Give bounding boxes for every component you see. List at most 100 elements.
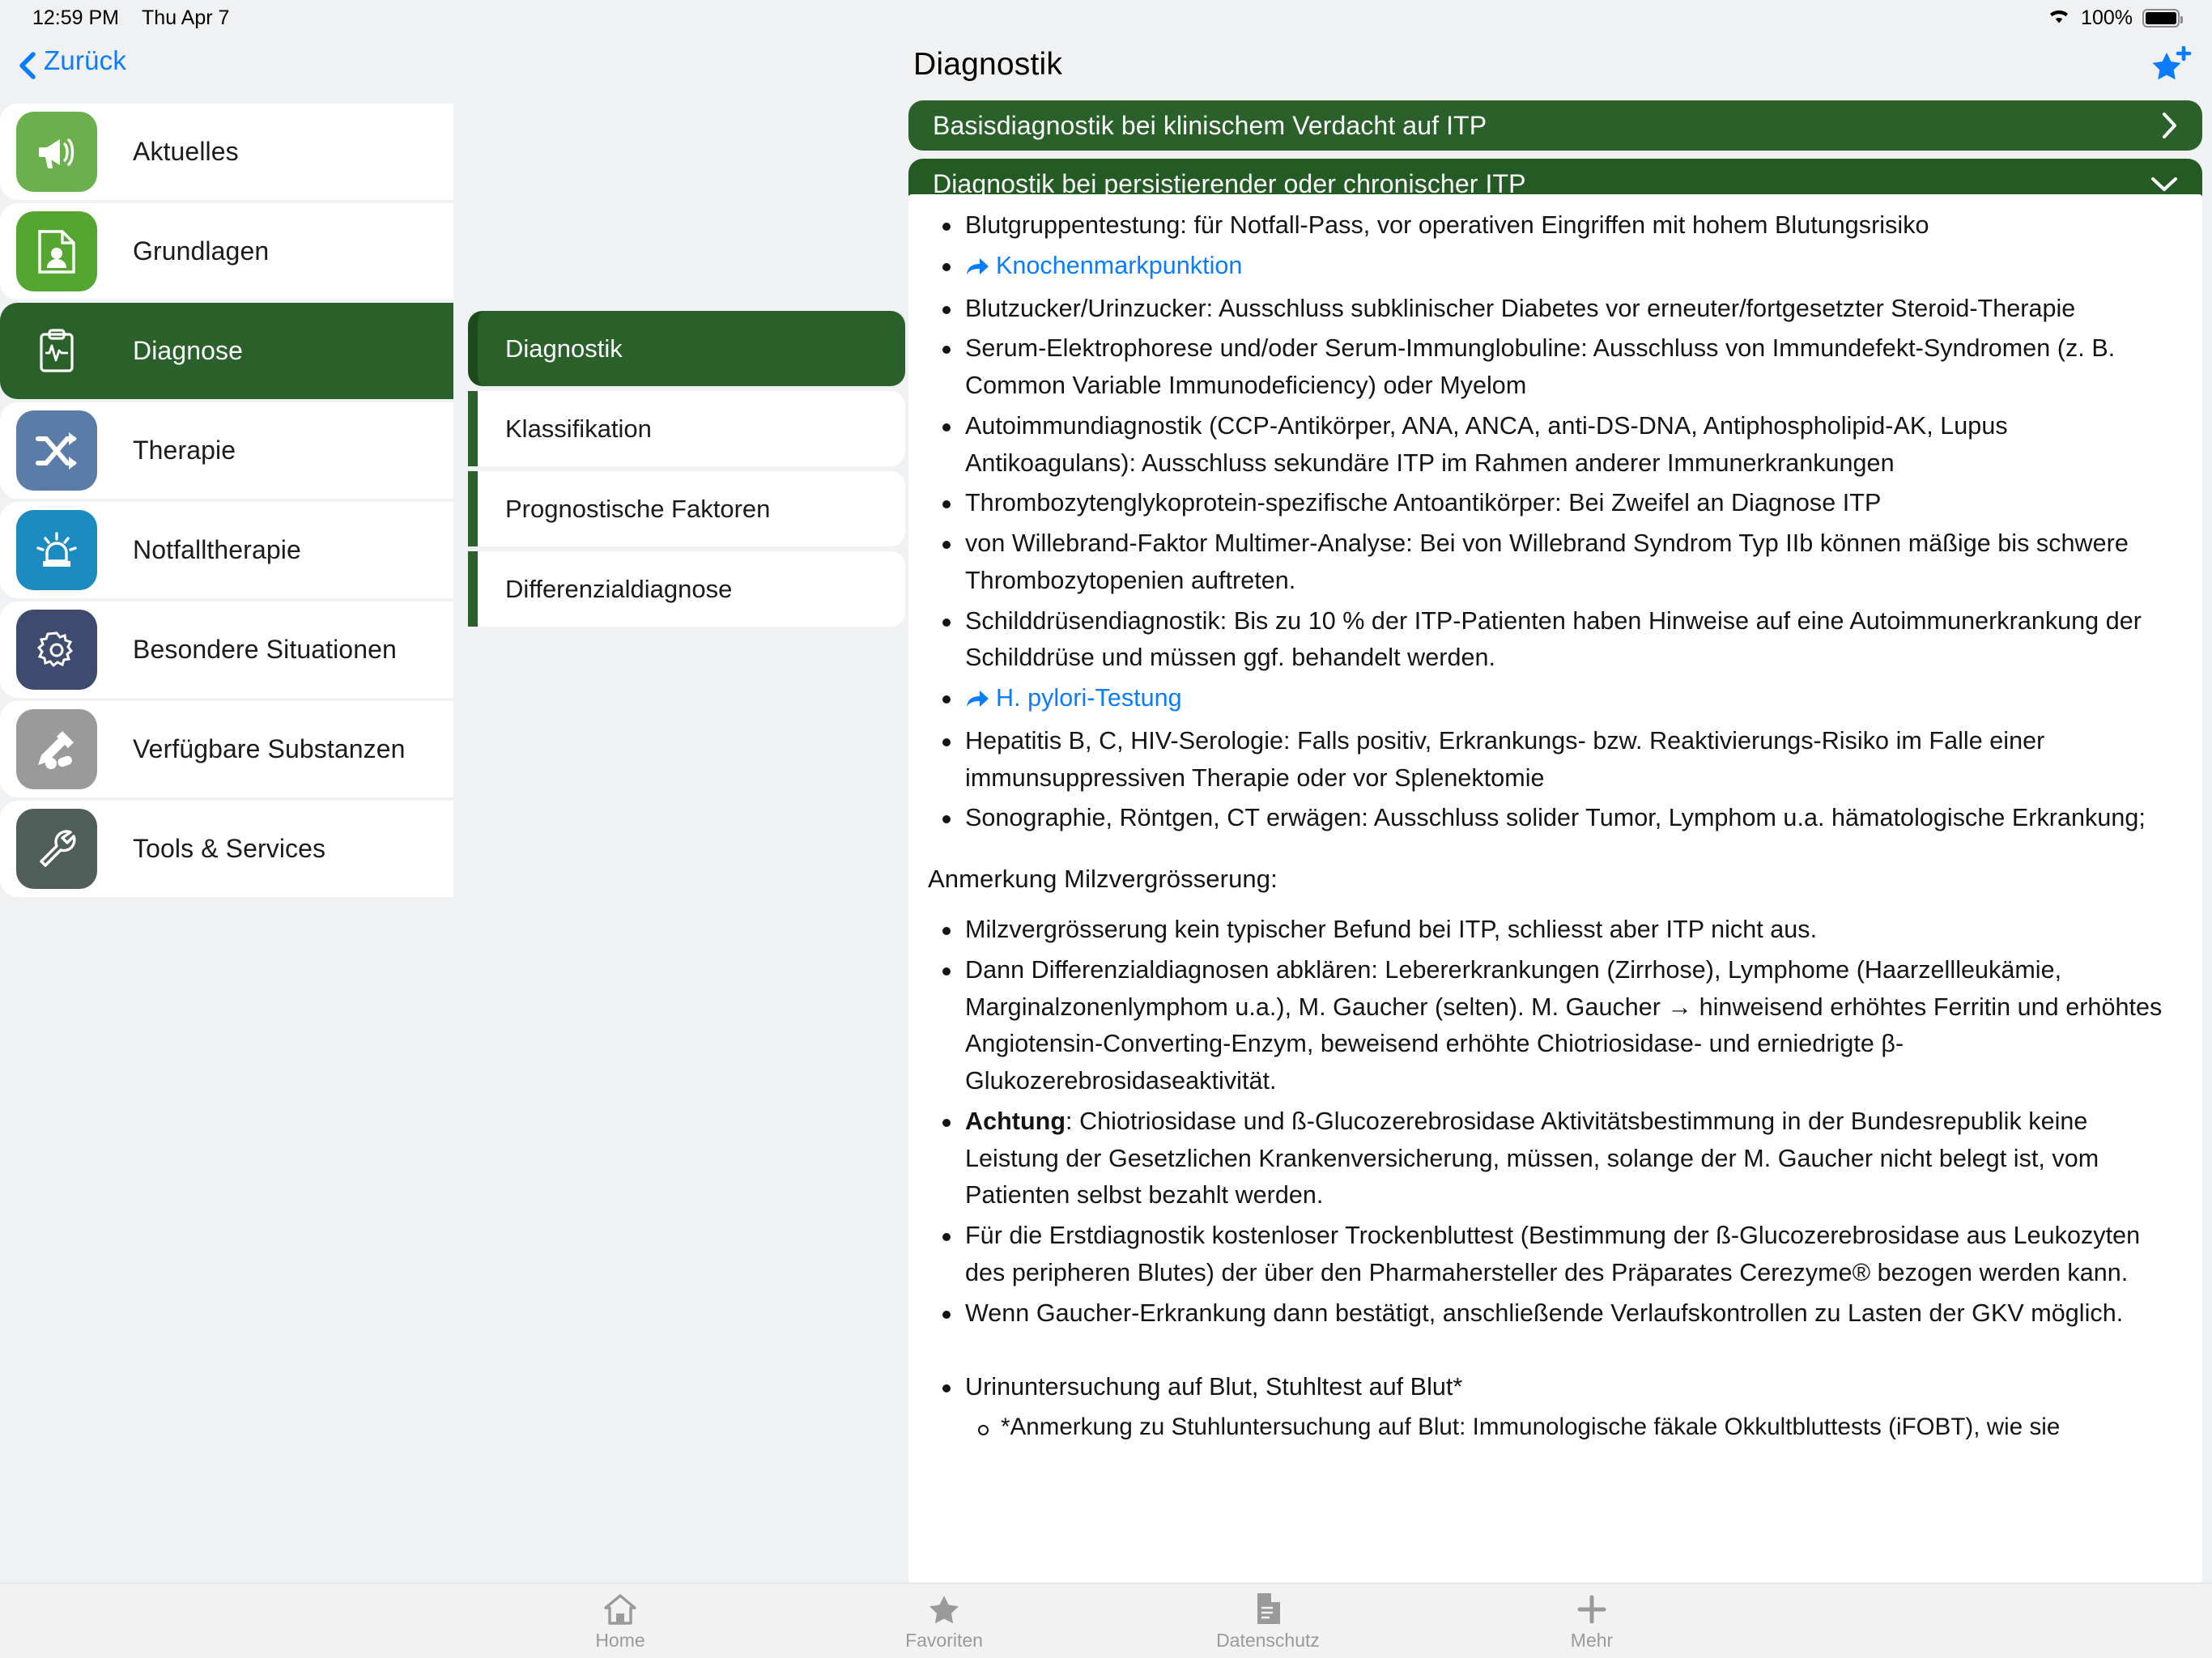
list-item-text: Urinuntersuchung auf Blut, Stuhltest auf… [965,1373,1463,1401]
sidebar: Aktuelles Grundlagen Diagnose Therapie N… [0,104,453,900]
list-item-text: H. pylori-Testung [996,684,1182,712]
list-item: Serum-Elektrophorese und/oder Serum-Immu… [928,330,2175,405]
back-label: Zurück [44,45,127,75]
sidebar-item-verfuegbare-substanzen[interactable]: Verfügbare Substanzen [0,701,453,799]
sidebar-item-label: Aktuelles [133,137,239,166]
submenu: Diagnostik Klassifikation Prognostische … [468,311,905,631]
list-item-text: : Chiotriosidase und ß-Glucozerebrosidas… [965,1107,2099,1209]
sidebar-item-label: Therapie [133,436,236,465]
submenu-item-prognostische-faktoren[interactable]: Prognostische Faktoren [468,471,905,546]
sidebar-item-label: Tools & Services [133,834,326,863]
main-pane: Diagnostik Basisdiagnostik bei klinische… [899,36,2212,1583]
tab-favoriten[interactable]: Favoriten [782,1591,1106,1652]
list-item-text: Dann Differenzialdiagnosen abklären: Leb… [965,955,2163,1095]
sidebar-item-besondere-situationen[interactable]: Besondere Situationen [0,602,453,699]
sidebar-item-diagnose[interactable]: Diagnose [0,303,453,399]
list-item-link[interactable]: Knochenmarkpunktion [928,248,2175,287]
tab-home[interactable]: Home [458,1591,782,1652]
list-item: Autoimmundiagnostik (CCP-Antikörper, ANA… [928,408,2175,483]
list-item-text: Autoimmundiagnostik (CCP-Antikörper, ANA… [965,411,2008,477]
list-item: Dann Differenzialdiagnosen abklären: Leb… [928,952,2175,1100]
list-item: Urinuntersuchung auf Blut, Stuhltest auf… [928,1369,2175,1406]
document-icon [1255,1591,1281,1625]
sidebar-item-label: Verfügbare Substanzen [133,734,406,763]
syringe-pills-icon [16,709,97,789]
sidebar-item-therapie[interactable]: Therapie [0,402,453,500]
wifi-icon [2047,6,2071,30]
list-item-text: Milzvergrösserung kein typischer Befund … [965,916,1818,943]
sidebar-item-tools-services[interactable]: Tools & Services [0,801,453,897]
list-item-text: Schilddrüsendiagnostik: Bis zu 10 % der … [965,606,2142,672]
list-item-text: Für die Erstdiagnostik kostenloser Trock… [965,1222,2141,1286]
bullet-list-milz: Milzvergrösserung kein typischer Befund … [928,912,2175,1332]
tab-bar: Home Favoriten Datenschutz Mehr [0,1583,2212,1658]
divider [0,499,453,500]
home-icon [604,1591,636,1625]
list-item-text: Thrombozytenglykoprotein-spezifische Ant… [965,489,1882,517]
accordion-label: Basisdiagnostik bei klinischem Verdacht … [933,110,1487,140]
accordion-basisdiagnostik[interactable]: Basisdiagnostik bei klinischem Verdacht … [908,100,2202,151]
sidebar-item-label: Besondere Situationen [133,635,397,664]
sidebar-item-notfalltherapie[interactable]: Notfalltherapie [0,502,453,600]
bullet-list-urin: Urinuntersuchung auf Blut, Stuhltest auf… [928,1369,2175,1445]
divider [0,200,453,202]
list-item: Hepatitis B, C, HIV-Serologie: Falls pos… [928,723,2175,797]
star-icon [928,1591,960,1625]
list-item: Blutzucker/Urinzucker: Ausschluss subkli… [928,291,2175,328]
list-item-text: *Anmerkung zu Stuhluntersuchung auf Blut… [1001,1414,2061,1440]
list-item: Für die Erstdiagnostik kostenloser Trock… [928,1218,2175,1292]
chevron-down-icon [2150,175,2178,193]
submenu-item-klassifikation[interactable]: Klassifikation [468,391,905,466]
sidebar-item-label: Diagnose [133,336,244,365]
sidebar-item-label: Grundlagen [133,236,270,266]
star-plus-icon[interactable] [2147,41,2194,88]
page-title: Diagnostik [913,47,1063,82]
siren-icon [16,510,97,590]
sidebar-item-aktuelles[interactable]: Aktuelles [0,104,453,202]
list-item-text: Knochenmarkpunktion [996,251,1243,279]
bullet-list-primary: Blutgruppentestung: für Notfall-Pass, vo… [928,207,2175,837]
list-item-link[interactable]: H. pylori-Testung [928,680,2175,720]
list-item-text: Blutgruppentestung: für Notfall-Pass, vo… [965,211,1929,239]
megaphone-icon [16,112,97,192]
list-item-text: von Willebrand-Faktor Multimer-Analyse: … [965,529,2129,594]
submenu-item-differenzialdiagnose[interactable]: Differenzialdiagnose [468,551,905,627]
list-item: Schilddrüsendiagnostik: Bis zu 10 % der … [928,603,2175,678]
list-item-bold-prefix: Achtung [965,1107,1066,1135]
app-screen: 12:59 PM Thu Apr 7 100% Zurück Aktuelles [0,0,2212,1658]
list-item-text: Hepatitis B, C, HIV-Serologie: Falls pos… [965,726,2045,792]
tab-label: Home [595,1629,645,1651]
submenu-item-diagnostik[interactable]: Diagnostik [468,311,905,386]
share-arrow-icon [965,250,989,287]
tab-label: Favoriten [905,1629,983,1651]
battery-percent: 100% [2081,6,2133,29]
tab-label: Datenschutz [1216,1629,1320,1651]
list-item-text: Sonographie, Röntgen, CT erwägen: Aussch… [965,804,2146,832]
list-item: Thrombozytenglykoprotein-spezifische Ant… [928,485,2175,522]
sidebar-item-grundlagen[interactable]: Grundlagen [0,203,453,301]
plus-icon [1576,1591,1607,1625]
gear-icon [16,610,97,690]
back-button[interactable]: Zurück [18,45,127,79]
divider [0,698,453,699]
list-item: Blutgruppentestung: für Notfall-Pass, vo… [928,207,2175,244]
shuffle-icon [16,410,97,491]
divider [0,300,453,301]
list-item-achtung: Achtung: Chiotriosidase und ß-Glucozereb… [928,1103,2175,1214]
list-item: Sonographie, Röntgen, CT erwägen: Aussch… [928,800,2175,837]
status-time: 12:59 PM [32,6,120,29]
chevron-left-icon [18,52,36,79]
section-heading: Anmerkung Milzvergrösserung: [928,865,1278,893]
tab-mehr[interactable]: Mehr [1430,1591,1754,1652]
list-item-text: Wenn Gaucher-Erkrankung dann bestätigt, … [965,1299,2124,1327]
clipboard-pulse-icon [16,311,97,391]
tab-datenschutz[interactable]: Datenschutz [1106,1591,1430,1652]
list-item: Wenn Gaucher-Erkrankung dann bestätigt, … [928,1295,2175,1333]
divider [0,797,453,799]
list-item: von Willebrand-Faktor Multimer-Analyse: … [928,525,2175,600]
list-item-text: Serum-Elektrophorese und/oder Serum-Immu… [965,334,2116,399]
content-panel[interactable]: Blutgruppentestung: für Notfall-Pass, vo… [908,194,2202,1583]
divider [0,598,453,600]
status-bar: 12:59 PM Thu Apr 7 100% [0,0,2212,36]
